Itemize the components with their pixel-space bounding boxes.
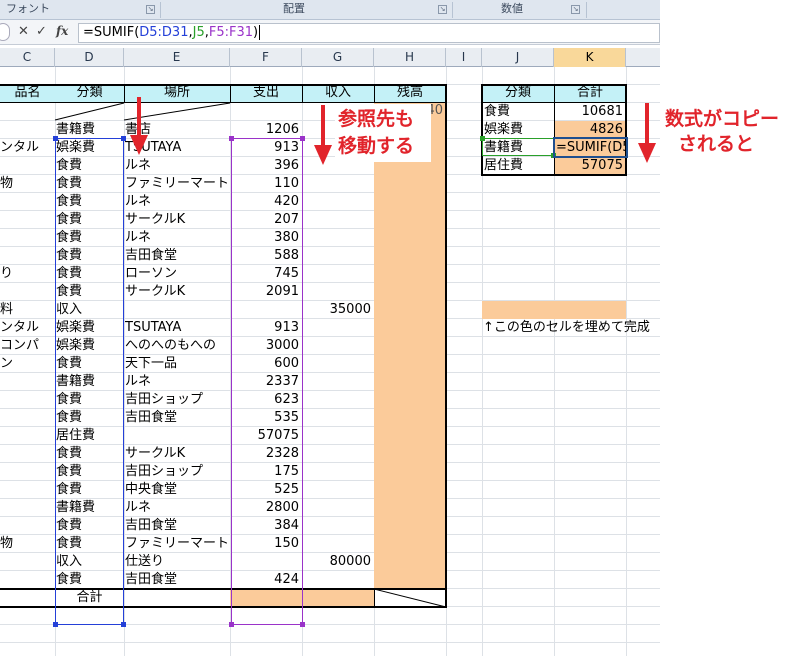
- formula-ref-2: J5: [192, 25, 205, 40]
- ribbon-group-alignment: 配置: [283, 2, 305, 15]
- ribbon-group-number: 数値: [501, 2, 523, 15]
- formula-input[interactable]: =SUMIF(D5:D31,J5,F5:F31): [78, 23, 660, 43]
- formula-ref-3: F5:F31: [208, 25, 254, 40]
- worksheet-grid[interactable]: 品名 分類 場所 支出 収入 残高 75240 書籍費書店1206ンタル娯楽費T…: [0, 67, 779, 656]
- border: [554, 84, 555, 176]
- column-header-selected[interactable]: K: [554, 48, 626, 67]
- ribbon-group-font: フォント: [6, 2, 50, 15]
- annotation-ref-moves-1: 参照先も: [338, 108, 415, 130]
- annotation-copy-1: 数式がコピー: [665, 108, 780, 130]
- ref-range-category: [55, 138, 124, 625]
- annotation-ref-moves-2: 移動する: [338, 135, 415, 157]
- red-down-arrow-icon: [130, 97, 148, 155]
- column-header[interactable]: E: [124, 48, 230, 67]
- column-header[interactable]: H: [374, 48, 446, 67]
- dialog-launcher-icon[interactable]: ↘: [438, 5, 447, 14]
- ribbon-group-bar: フォント ↘ 配置 ↘ 数値 ↘: [0, 0, 660, 20]
- column-header-row: C D E F G H I J K: [0, 48, 660, 67]
- enter-check-icon[interactable]: ✓: [36, 24, 47, 39]
- column-header[interactable]: J: [482, 48, 554, 67]
- column-header[interactable]: F: [230, 48, 302, 67]
- dialog-launcher-icon[interactable]: ↘: [146, 5, 155, 14]
- name-box-edge[interactable]: [0, 23, 10, 41]
- red-down-arrow-icon: [314, 105, 332, 165]
- formula-text: =SUMIF(D5:D31,J5,F5:F31): [83, 25, 261, 40]
- red-down-arrow-icon: [638, 103, 656, 163]
- cancel-icon[interactable]: ✕: [18, 24, 29, 39]
- column-header[interactable]: G: [302, 48, 374, 67]
- column-header[interactable]: C: [0, 48, 55, 67]
- column-header-next[interactable]: [626, 48, 660, 67]
- ref-range-expense: [231, 138, 303, 625]
- active-cell[interactable]: [553, 137, 628, 158]
- dialog-launcher-icon[interactable]: ↘: [571, 5, 580, 14]
- formula-suffix: ): [253, 25, 259, 40]
- formula-prefix: =SUMIF(: [83, 25, 140, 40]
- annotation-copy-2: されると: [678, 133, 755, 155]
- column-header[interactable]: D: [55, 48, 124, 67]
- ref-cell-criteria: [482, 138, 554, 156]
- formula-ref-1: D5:D31: [139, 25, 189, 40]
- column-header[interactable]: I: [446, 48, 482, 67]
- insert-function-icon[interactable]: fx: [56, 24, 68, 38]
